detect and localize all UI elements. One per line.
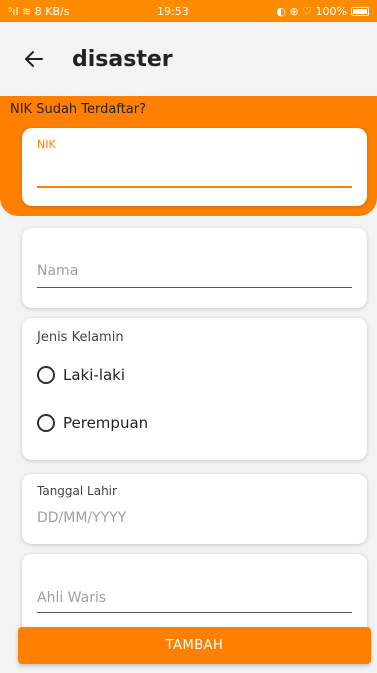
ahli-waris-placeholder: Ahli Waris	[37, 590, 107, 606]
tambah-button[interactable]: TAMBAH	[18, 627, 371, 664]
network-status: ⁵ıl ≋ 8 KB/s	[8, 4, 70, 18]
nik-caption: NIK	[37, 138, 56, 151]
radio-perempuan[interactable]: Perempuan	[37, 414, 148, 432]
status-icons: ◐ ⊕ ♡ 100%	[276, 4, 347, 18]
ahli-waris-underline	[37, 612, 352, 613]
nama-placeholder: Nama	[37, 263, 79, 279]
nik-field[interactable]: NIK	[22, 128, 367, 206]
status-bar: ⁵ıl ≋ 8 KB/s 19:53 ◐ ⊕ ♡ 100%	[0, 0, 377, 22]
radio-label-laki-laki: Laki-laki	[63, 366, 126, 384]
app-bar: disaster	[0, 22, 377, 96]
nik-underline	[37, 186, 352, 188]
tanggal-lahir-placeholder: DD/MM/YYYY	[37, 510, 127, 526]
nama-underline	[37, 287, 352, 288]
nik-question-label: NIK Sudah Terdaftar?	[10, 102, 147, 117]
battery-icon	[350, 6, 369, 16]
nama-field[interactable]: Nama	[22, 228, 367, 308]
ahli-waris-field[interactable]: Ahli Waris	[22, 554, 367, 634]
radio-label-perempuan: Perempuan	[63, 414, 149, 432]
gender-card: Jenis Kelamin Laki-laki Perempuan	[22, 318, 367, 460]
radio-circle-icon[interactable]	[37, 414, 55, 432]
radio-circle-icon[interactable]	[37, 366, 55, 384]
back-arrow-icon[interactable]	[24, 49, 44, 69]
tanggal-lahir-label: Tanggal Lahir	[37, 484, 117, 498]
tanggal-lahir-field[interactable]: Tanggal Lahir DD/MM/YYYY	[22, 474, 367, 544]
clock: 19:53	[157, 4, 189, 18]
radio-laki-laki[interactable]: Laki-laki	[37, 366, 125, 384]
gender-label: Jenis Kelamin	[37, 330, 124, 345]
page-title: disaster	[72, 46, 173, 72]
